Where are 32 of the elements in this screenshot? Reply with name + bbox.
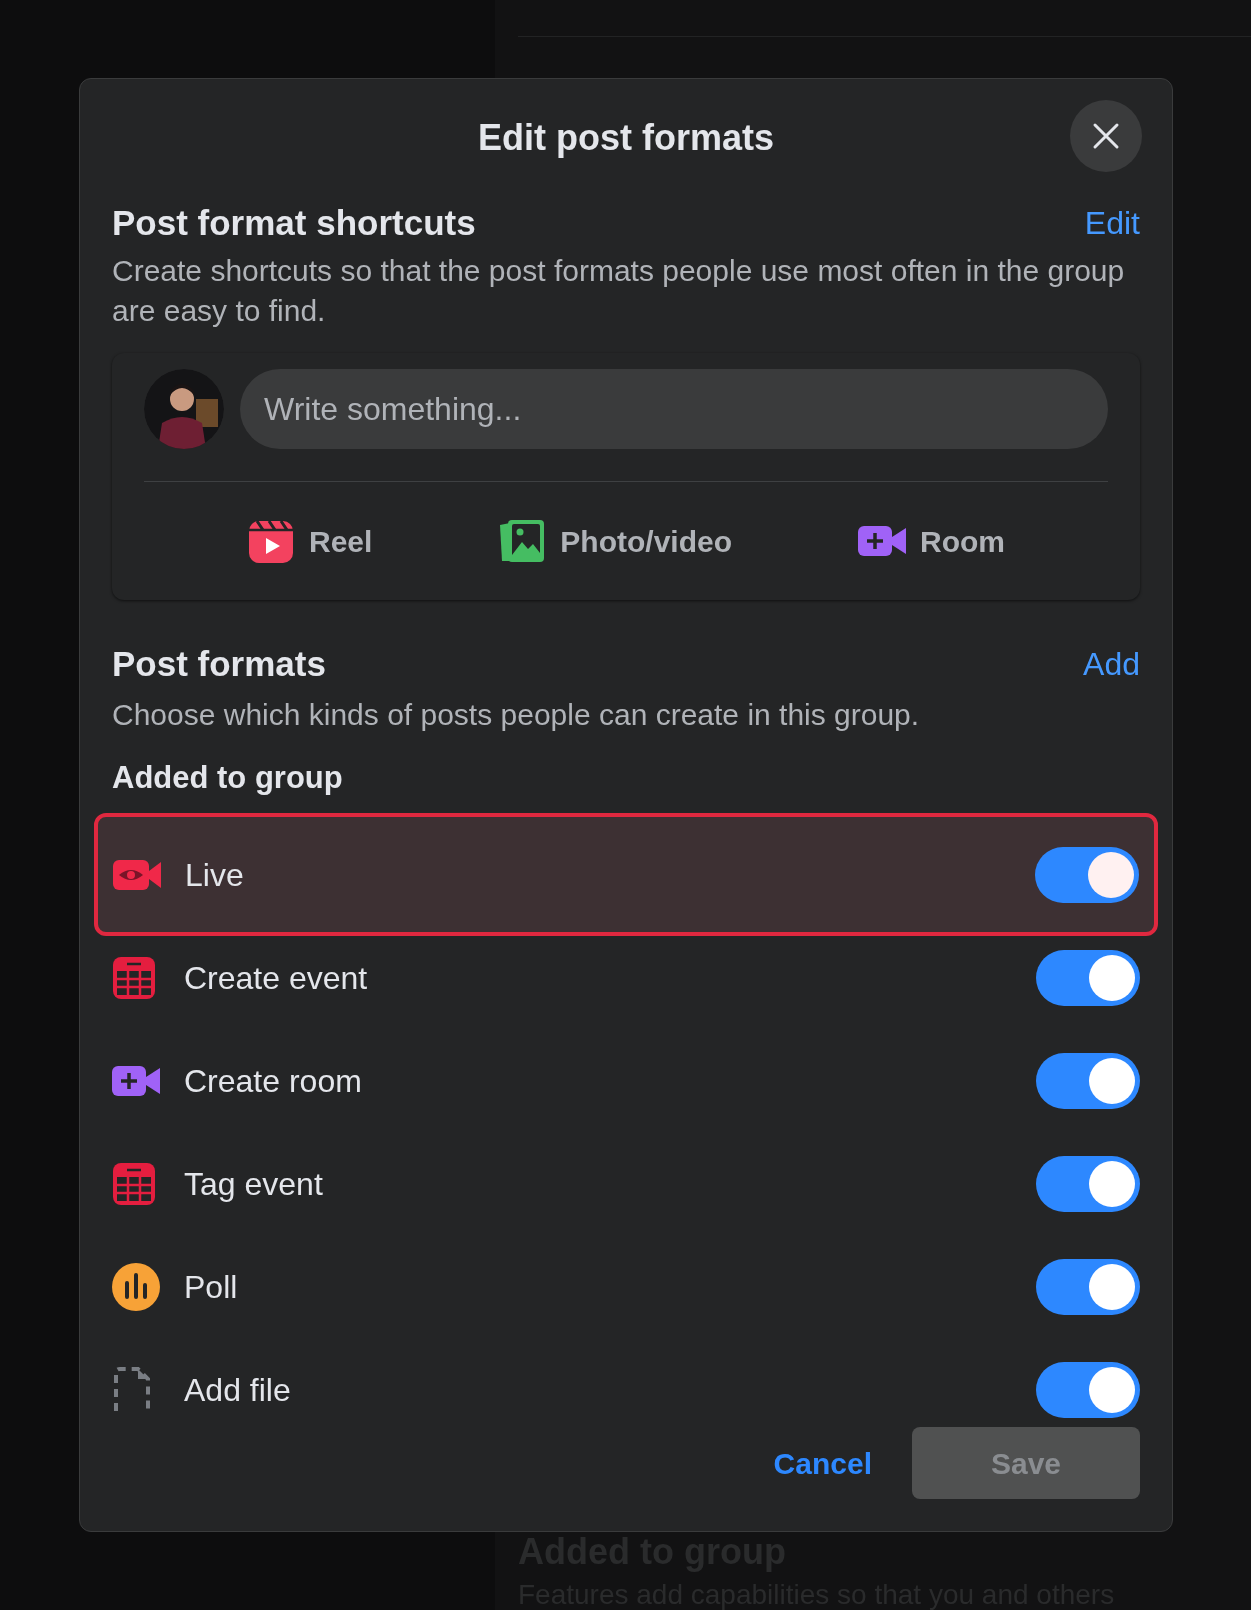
format-row[interactable]: Tag event bbox=[112, 1132, 1140, 1235]
format-row[interactable]: Create room bbox=[112, 1029, 1140, 1132]
shortcut-button[interactable]: Photo/video bbox=[498, 517, 732, 565]
section-heading: Post formats bbox=[112, 643, 326, 685]
format-row[interactable]: Poll bbox=[112, 1235, 1140, 1338]
section-heading: Post format shortcuts bbox=[112, 201, 476, 244]
shortcut-button[interactable]: Reel bbox=[247, 517, 373, 565]
format-row[interactable]: Add file bbox=[112, 1338, 1140, 1427]
calendar-icon bbox=[112, 1161, 156, 1206]
cancel-button[interactable]: Cancel bbox=[773, 1440, 872, 1486]
post-input-field[interactable]: Write something... bbox=[240, 369, 1108, 449]
close-icon bbox=[1092, 122, 1120, 150]
toggle-switch[interactable] bbox=[1036, 1258, 1140, 1315]
format-label: Create room bbox=[184, 1061, 363, 1101]
shortcut-button[interactable]: Room bbox=[858, 518, 1005, 564]
format-label: Tag event bbox=[184, 1164, 324, 1204]
add-link[interactable]: Add bbox=[1083, 640, 1140, 689]
format-label: Live bbox=[185, 855, 245, 895]
calendar-icon bbox=[112, 955, 156, 1000]
poll-icon bbox=[112, 1262, 160, 1311]
edit-link[interactable]: Edit bbox=[1084, 198, 1140, 247]
format-row[interactable]: Live bbox=[94, 813, 1158, 936]
format-label: Create event bbox=[184, 958, 369, 998]
photo-icon bbox=[498, 517, 547, 565]
file-icon bbox=[112, 1366, 152, 1413]
video-plus-icon bbox=[858, 523, 906, 559]
section-description: Create shortcuts so that the post formats people use most often in the group are easy to find. bbox=[112, 253, 1126, 329]
dialog-title: Edit post formats bbox=[478, 115, 774, 160]
format-label: Poll bbox=[184, 1267, 239, 1307]
group-label: Added to group bbox=[112, 758, 344, 797]
section-description: Choose which kinds of posts people can create in this group. bbox=[112, 696, 921, 733]
format-label: Add file bbox=[184, 1370, 292, 1410]
